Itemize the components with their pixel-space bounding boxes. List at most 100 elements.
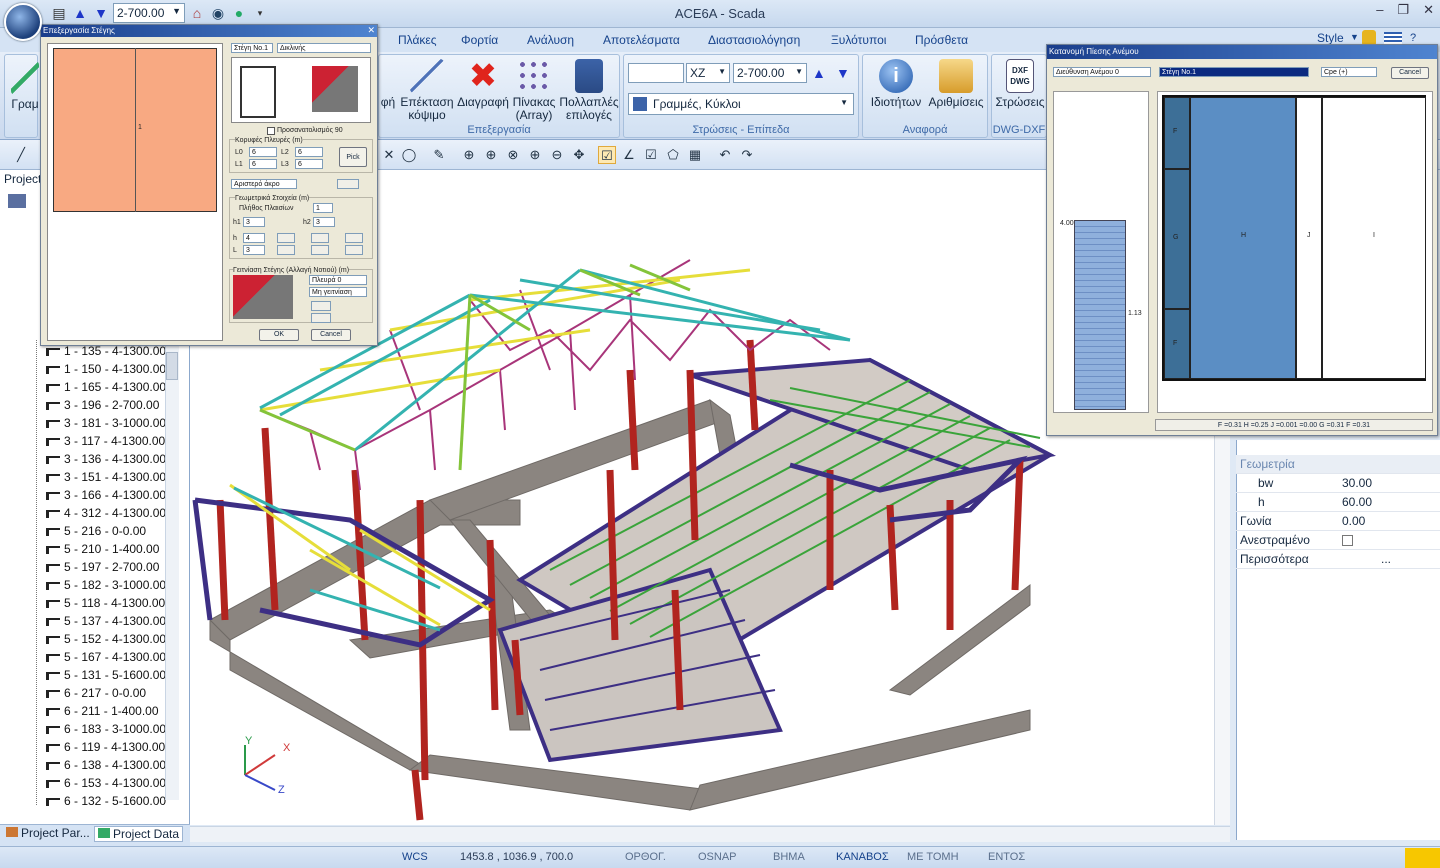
L0-input[interactable]: 6 (249, 147, 277, 157)
roof-dialog-close-icon[interactable]: ✕ (367, 25, 375, 36)
minimize-icon[interactable]: – (1376, 2, 1383, 18)
status-ortho[interactable]: ΟΡΘΟΓ. (625, 851, 666, 863)
multi-select-button[interactable]: Πολλαπλές επιλογές (559, 59, 619, 122)
L1-input[interactable]: 6 (249, 159, 277, 169)
property-bw[interactable]: bw 30.00 (1236, 474, 1440, 493)
tree-item[interactable]: 1 - 135 - 4-1300.00 (46, 344, 166, 358)
tree-item[interactable]: 5 - 197 - 2-700.00 (46, 560, 159, 574)
tree-scrollbar[interactable] (165, 345, 179, 800)
zoom-plus-icon[interactable]: ⊕ (526, 146, 544, 164)
tree-item[interactable]: 3 - 166 - 4-1300.00 (46, 488, 166, 502)
plane-combo[interactable]: XZ ▼ (686, 63, 730, 83)
tab-project-data[interactable]: Project Data (94, 826, 184, 842)
polygon-icon[interactable]: ⬠ (664, 146, 682, 164)
roof-select[interactable]: Στέγη Νο.1 (231, 43, 273, 53)
pick-button[interactable]: Pick (339, 147, 367, 167)
L3-input[interactable]: 6 (295, 159, 323, 169)
tab-apotelesmata[interactable]: Αποτελέσματα (603, 33, 680, 47)
delete-button[interactable]: ✖ Διαγραφή (455, 59, 511, 109)
tree-item[interactable]: 3 - 136 - 4-1300.00 (46, 452, 166, 466)
tab-plakes[interactable]: Πλάκες (398, 33, 437, 47)
angle-icon[interactable]: ∠ (620, 146, 638, 164)
tree-item[interactable]: 6 - 138 - 4-1300.00 (46, 758, 166, 772)
tree-item[interactable]: 5 - 131 - 5-1600.00 (46, 668, 166, 682)
tab-prostheta[interactable]: Πρόσθετα (915, 33, 968, 47)
tree-item[interactable]: 3 - 181 - 3-1000.00 (46, 416, 166, 430)
tree-item[interactable]: 6 - 183 - 3-1000.00 (46, 722, 166, 736)
tree-item[interactable]: 6 - 119 - 4-1300.00 (46, 740, 165, 754)
application-menu-button[interactable] (4, 3, 42, 41)
tree-item[interactable]: 5 - 182 - 3-1000.00 (46, 578, 166, 592)
tree-scroll-thumb[interactable] (166, 352, 178, 380)
zoom-in-icon[interactable]: ⊕ (482, 146, 500, 164)
dwg-layers-button[interactable]: DXF DWG Στρώσεις (992, 59, 1048, 109)
roof-cancel-button[interactable]: Cancel (311, 329, 351, 341)
language-flag-icon[interactable] (1384, 32, 1402, 44)
tree-item[interactable]: 5 - 118 - 4-1300.00 (46, 596, 165, 610)
array-button[interactable]: Πίνακας (Array) (509, 59, 559, 122)
snap-toggle-icon[interactable]: ☑ (598, 146, 616, 164)
layer-combo[interactable]: Γραμμές, Κύκλοι ▼ (628, 93, 854, 115)
status-grid[interactable]: ΚΑΝΑΒΟΣ (836, 851, 889, 863)
tab-diastasiologisi[interactable]: Διαστασιολόγηση (708, 33, 800, 47)
tree-item[interactable]: 5 - 137 - 4-1300.00 (46, 614, 166, 628)
neighbor-type-select[interactable]: Μη γειτνίαση (309, 287, 367, 297)
inverted-checkbox[interactable] (1342, 535, 1353, 546)
tab-fortia[interactable]: Φορτία (461, 33, 498, 47)
status-wcs[interactable]: WCS (402, 851, 428, 863)
line-tool-icon[interactable]: ╱ (12, 146, 30, 164)
pen-tool-icon[interactable]: ✎ (430, 146, 448, 164)
tree-item[interactable]: 6 - 153 - 4-1300.00 (46, 776, 166, 790)
status-section[interactable]: ΜΕ ΤΟΜΗ (907, 851, 959, 863)
pan-icon[interactable]: ✥ (570, 146, 588, 164)
select-tool-icon[interactable]: ✕ (380, 146, 398, 164)
h1-input[interactable]: 3 (243, 217, 265, 227)
zoom-extents-icon[interactable]: ⊗ (504, 146, 522, 164)
neighbor-side-select[interactable]: Πλευρά 0 (309, 275, 367, 285)
undo-icon[interactable]: ↶ (716, 146, 734, 164)
properties-section-geometry[interactable]: Γεωμετρία (1236, 455, 1440, 474)
check-icon[interactable]: ☑ (642, 146, 660, 164)
property-inverted[interactable]: Ανεστραμένο (1236, 531, 1440, 550)
tree-item[interactable]: 1 - 165 - 4-1300.00 (46, 380, 166, 394)
tree-item[interactable]: 4 - 312 - 4-1300.00 (46, 506, 166, 520)
property-more[interactable]: Περισσότερα... (1236, 550, 1440, 569)
status-inside[interactable]: ΕΝΤΟΣ (988, 851, 1025, 863)
property-h[interactable]: h 60.00 (1236, 493, 1440, 512)
h-input[interactable]: 4 (243, 233, 265, 243)
lasso-tool-icon[interactable]: ◯ (400, 146, 418, 164)
L-input[interactable]: 3 (243, 245, 265, 255)
close-icon[interactable]: ✕ (1423, 2, 1434, 18)
status-step[interactable]: ΒΗΜΑ (773, 851, 805, 863)
tree-view-icon[interactable] (8, 194, 26, 208)
wind-roof-select[interactable]: Στέγη Νο.1 (1159, 67, 1309, 77)
tree-item[interactable]: 6 - 211 - 1-400.00 (46, 704, 159, 718)
cpe-select[interactable]: Cpe (+) (1321, 67, 1377, 77)
tree-item[interactable]: 5 - 210 - 1-400.00 (46, 542, 159, 556)
tree-item[interactable]: 1 - 150 - 4-1300.00 (46, 362, 166, 376)
draw-line-button[interactable]: Γραμ (5, 61, 45, 111)
panels-input[interactable]: 1 (313, 203, 333, 213)
status-osnap[interactable]: OSNAP (698, 851, 737, 863)
tree-item[interactable]: 3 - 151 - 4-1300.00 (46, 470, 166, 484)
zoom-minus-icon[interactable]: ⊖ (548, 146, 566, 164)
help-icon[interactable]: ? (1410, 32, 1416, 44)
tree-item[interactable]: 3 - 117 - 4-1300.00 (46, 434, 165, 448)
level-down-ribbon-icon[interactable]: ▼ (836, 65, 850, 81)
tab-analysi[interactable]: Ανάλυση (527, 33, 574, 47)
tab-project-parameters[interactable]: Project Par... (6, 826, 90, 840)
orientation-checkbox[interactable] (267, 127, 275, 135)
tree-item[interactable]: 5 - 152 - 4-1300.00 (46, 632, 166, 646)
wind-cancel-button[interactable]: Cancel (1391, 67, 1429, 79)
numbering-button[interactable]: Αριθμίσεις (925, 59, 987, 109)
L2-input[interactable]: 6 (295, 147, 323, 157)
tree-item[interactable]: 5 - 216 - 0-0.00 (46, 524, 146, 538)
redo-icon[interactable]: ↷ (738, 146, 756, 164)
tree-item[interactable]: 6 - 132 - 5-1600.00 (46, 794, 166, 808)
roof-type-select[interactable]: Δικλινής (277, 43, 371, 53)
level-combo-ribbon[interactable]: 2-700.00 ▼ (733, 63, 807, 83)
zoom-window-icon[interactable]: ⊕ (460, 146, 478, 164)
roof-ok-button[interactable]: OK (259, 329, 299, 341)
tab-xylotypoi[interactable]: Ξυλότυποι (831, 33, 886, 47)
properties-button[interactable]: i Ιδιοτήτων (865, 59, 927, 109)
